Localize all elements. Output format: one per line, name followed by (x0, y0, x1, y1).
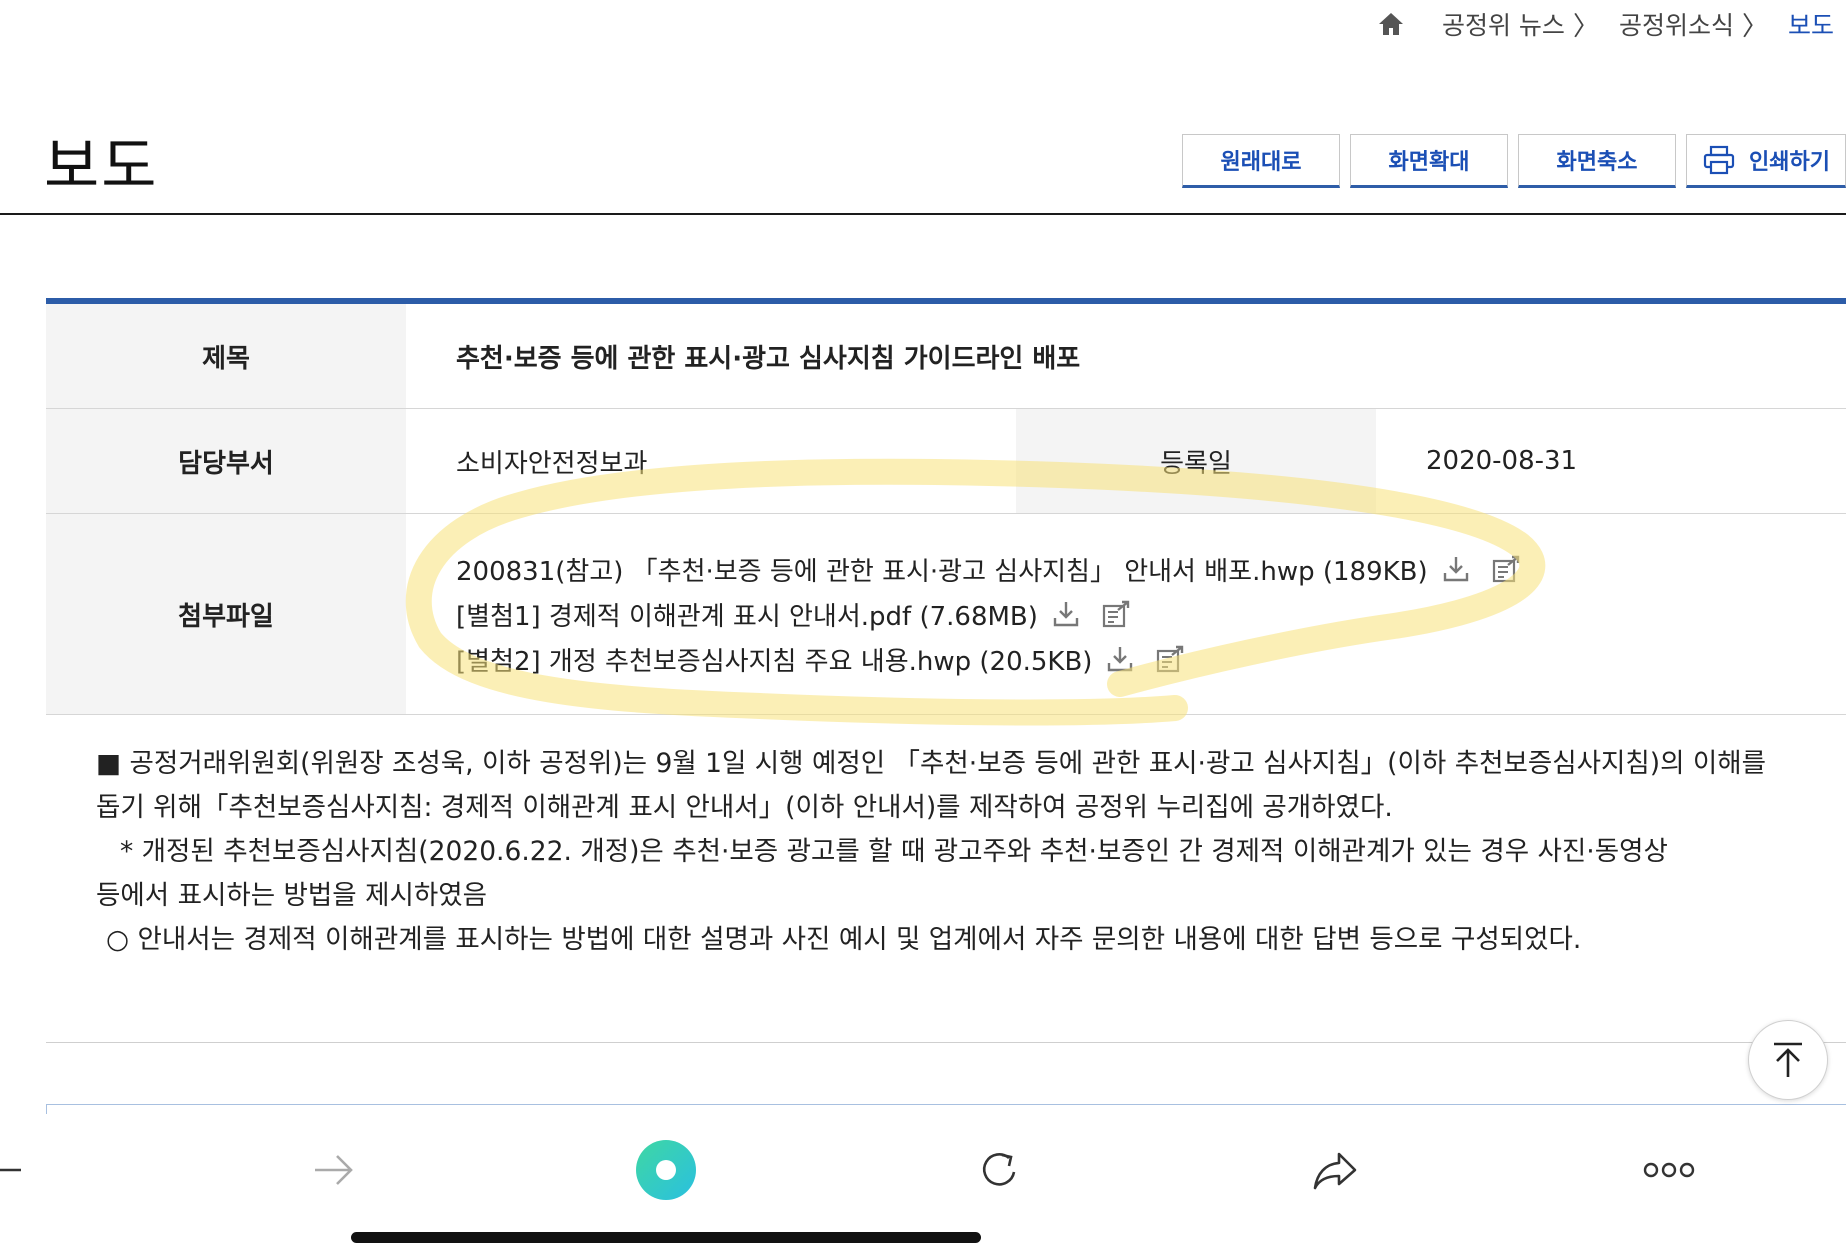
body-paragraph: ■ 공정거래위원회(위원장 조성욱, 이하 공정위)는 9월 1일 시행 예정인… (96, 748, 1767, 779)
article-body: ■ 공정거래위원회(위원장 조성욱, 이하 공정위)는 9월 1일 시행 예정인… (96, 742, 1836, 962)
body-note: 등에서 표시하는 방법을 제시하였음 (96, 880, 487, 911)
scroll-to-top-button[interactable] (1748, 1020, 1828, 1100)
attachments-header: 첨부파일 (46, 513, 406, 715)
attachment-link[interactable]: 200831(참고) 「추천·보증 등에 관한 표시·광고 심사지침」 안내서 … (456, 551, 1428, 588)
reload-icon[interactable] (970, 1140, 1030, 1200)
content-divider (46, 1042, 1846, 1043)
attachment-link[interactable]: [별첨2] 개정 추천보증심사지침 주요 내용.hwp (20.5KB) (456, 641, 1092, 678)
title-header: 제목 (46, 304, 406, 409)
page-title: 보도 (44, 132, 159, 202)
print-button[interactable]: 인쇄하기 (1686, 134, 1846, 188)
print-label: 인쇄하기 (1749, 150, 1830, 175)
attachment-item: [별첨2] 개정 추천보증심사지침 주요 내용.hwp (20.5KB) (456, 637, 1846, 682)
breadcrumb-item-current[interactable]: 보도 (1788, 6, 1834, 42)
printer-icon (1703, 145, 1735, 175)
attachment-list: 200831(참고) 「추천·보증 등에 관한 표시·광고 심사지침」 안내서 … (456, 547, 1846, 682)
chevron-right-icon: 〉 (1572, 11, 1599, 42)
view-toolbar: 원래대로 화면확대 화면축소 인쇄하기 (1172, 134, 1846, 188)
article-title: 추천·보증 등에 관한 표시·광고 심사지침 가이드라인 배포 (406, 304, 1846, 409)
attachment-item: [별첨1] 경제적 이해관계 표시 안내서.pdf (7.68MB) (456, 592, 1846, 637)
breadcrumb-item-news[interactable]: 공정위 뉴스 (1442, 6, 1565, 42)
preview-icon[interactable] (1100, 598, 1132, 630)
share-icon[interactable] (1305, 1140, 1365, 1200)
body-note: * 개정된 추천보증심사지침(2020.6.22. 개정)은 추천·보증 광고를… (120, 836, 1668, 867)
reset-view-button[interactable]: 원래대로 (1182, 134, 1340, 188)
download-icon[interactable] (1440, 553, 1472, 585)
attachment-item: 200831(참고) 「추천·보증 등에 관한 표시·광고 심사지침」 안내서 … (456, 547, 1846, 592)
download-icon[interactable] (1104, 643, 1136, 675)
breadcrumb: 공정위 뉴스 〉 공정위소식 〉 보도 (1376, 4, 1834, 44)
more-icon[interactable] (1639, 1140, 1699, 1200)
browser-toolbar (0, 1114, 1846, 1257)
body-paragraph: 돕기 위해「추천보증심사지침: 경제적 이해관계 표시 안내서」(이하 안내서)… (96, 792, 1393, 823)
forward-icon[interactable] (303, 1140, 363, 1200)
assistant-icon[interactable] (636, 1140, 696, 1200)
home-indicator (351, 1232, 981, 1243)
home-icon[interactable] (1376, 9, 1406, 39)
download-icon[interactable] (1050, 598, 1082, 630)
preview-icon[interactable] (1154, 643, 1186, 675)
department-header: 담당부서 (46, 408, 406, 514)
article-info-table: 제목 추천·보증 등에 관한 표시·광고 심사지침 가이드라인 배포 담당부서 … (46, 304, 1846, 715)
body-paragraph: ○ 안내서는 경제적 이해관계를 표시하는 방법에 대한 설명과 사진 예시 및… (106, 924, 1582, 955)
zoom-in-button[interactable]: 화면확대 (1350, 134, 1508, 188)
arrow-up-icon (1774, 1042, 1802, 1077)
attachment-link[interactable]: [별첨1] 경제적 이해관계 표시 안내서.pdf (7.68MB) (456, 596, 1038, 633)
attachments-cell: 200831(참고) 「추천·보증 등에 관한 표시·광고 심사지침」 안내서 … (406, 513, 1846, 715)
back-icon[interactable] (0, 1140, 30, 1200)
preview-icon[interactable] (1490, 553, 1522, 585)
department-value: 소비자안전정보과 (406, 408, 1016, 514)
zoom-out-button[interactable]: 화면축소 (1518, 134, 1676, 188)
title-divider (0, 213, 1846, 215)
chevron-right-icon: 〉 (1741, 11, 1768, 42)
date-value: 2020-08-31 (1376, 408, 1846, 514)
date-header: 등록일 (1016, 408, 1376, 514)
breadcrumb-item-news-sub[interactable]: 공정위소식 (1619, 6, 1734, 42)
